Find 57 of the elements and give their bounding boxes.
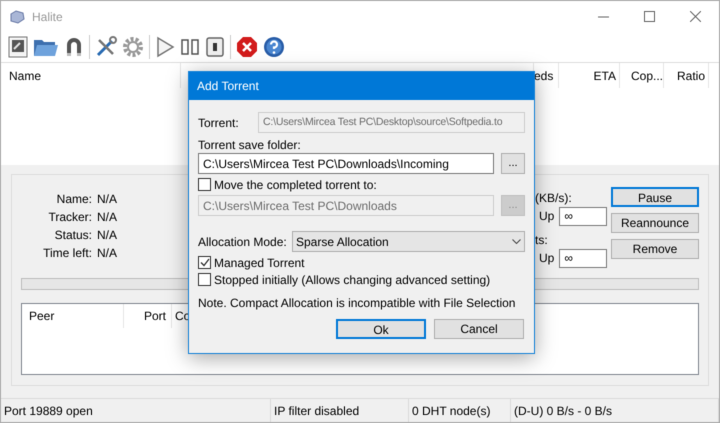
- field-label: Tracker:: [47, 209, 93, 226]
- save-folder-label: Torrent save folder:: [198, 137, 302, 153]
- checkbox-label: Move the completed torrent to:: [214, 176, 377, 194]
- rate-label: (KB/s):: [535, 190, 573, 205]
- column-header[interactable]: Peer: [22, 304, 124, 328]
- gear-icon[interactable]: [122, 36, 144, 58]
- column-header[interactable]: Name: [1, 63, 181, 88]
- checkbox[interactable]: [198, 256, 211, 269]
- connections-field[interactable]: ∞: [559, 248, 607, 268]
- connections-label: ts:: [535, 232, 549, 247]
- app-icon: [9, 10, 25, 24]
- up-label: Up: [539, 250, 554, 267]
- field-value: N/A: [97, 245, 118, 262]
- allocation-label: Allocation Mode:: [198, 234, 288, 250]
- check-icon: [200, 258, 210, 267]
- status-text: (D-U) 0 B/s - 0 B/s: [511, 399, 719, 422]
- path-field[interactable]: C:\Users\Mircea Test PC\Downloads\Incoming: [198, 153, 494, 174]
- up-label: Up: [539, 208, 554, 225]
- checkbox[interactable]: [198, 273, 211, 286]
- note-text: Note. Compact Allocation is incompatible with File Selection: [198, 295, 516, 311]
- push-button[interactable]: Cancel: [434, 319, 524, 339]
- allocation-dropdown[interactable]: Sparse Allocation: [292, 231, 525, 252]
- push-button[interactable]: Remove: [611, 239, 699, 259]
- column-header[interactable]: ETA: [559, 63, 620, 88]
- window-title: Halite: [32, 8, 63, 26]
- magnet-icon[interactable]: [64, 36, 84, 58]
- tools-icon[interactable]: [95, 36, 117, 58]
- checkbox[interactable]: [198, 178, 211, 191]
- torrent-label: Torrent:: [198, 114, 240, 132]
- maximize-icon[interactable]: [644, 11, 655, 22]
- column-header[interactable]: Ratio: [664, 63, 709, 88]
- close-icon[interactable]: [690, 11, 701, 22]
- field-value: N/A: [97, 227, 118, 244]
- chevron-down-icon: [512, 239, 521, 244]
- help-icon[interactable]: [263, 36, 285, 58]
- push-button[interactable]: Ok: [336, 319, 426, 339]
- dialog-title: Add Torrent: [197, 78, 259, 95]
- status-text: Port 19889 open: [1, 399, 271, 422]
- play-icon[interactable]: [155, 36, 175, 58]
- column-header[interactable]: Cop...: [620, 63, 664, 88]
- checkbox-label: Managed Torrent: [214, 254, 305, 272]
- status-text: 0 DHT node(s): [409, 399, 511, 422]
- rate-field[interactable]: ∞: [559, 206, 607, 226]
- field-label: Status:: [54, 227, 93, 244]
- checkbox-label: Stopped initially (Allows changing advanced setting): [214, 272, 490, 288]
- switch-icon[interactable]: [205, 36, 225, 58]
- minimize-icon[interactable]: [598, 16, 609, 18]
- push-button[interactable]: Reannounce: [611, 213, 699, 233]
- browse-button[interactable]: ...: [501, 153, 525, 174]
- stop-sign-icon[interactable]: [236, 36, 258, 58]
- push-button[interactable]: Pause: [611, 187, 699, 207]
- field-value: N/A: [97, 209, 118, 226]
- field-label: Time left:: [42, 245, 93, 262]
- status-text: IP filter disabled: [271, 399, 409, 422]
- column-header[interactable]: Port: [124, 304, 172, 328]
- field-value: N/A: [97, 191, 118, 208]
- field-label: Name:: [56, 191, 93, 208]
